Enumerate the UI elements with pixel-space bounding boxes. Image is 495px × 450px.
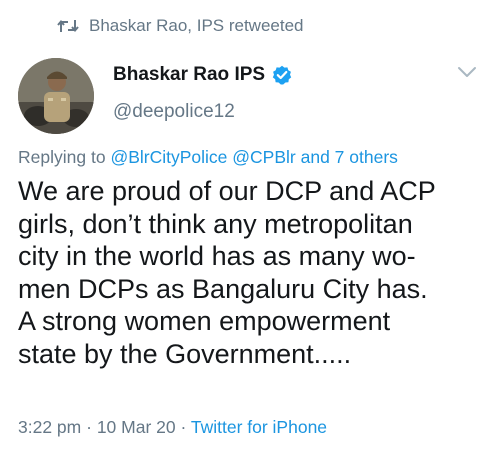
retweet-icon bbox=[57, 18, 79, 34]
verified-badge-icon bbox=[272, 65, 292, 85]
mention-link[interactable]: @CPBlr bbox=[232, 147, 295, 167]
avatar[interactable] bbox=[18, 58, 94, 134]
tweet-text-line: city in the world has as many wo- bbox=[18, 241, 416, 271]
tweet-text-line: A strong women empowerment bbox=[18, 306, 391, 336]
tweet-text-line: girls, don’t think any metropolitan bbox=[18, 208, 413, 239]
retweet-banner-text: Bhaskar Rao, IPS retweeted bbox=[89, 16, 304, 35]
author-handle[interactable]: @deepolice12 bbox=[113, 101, 235, 123]
meta-separator: · bbox=[86, 417, 92, 437]
tweet-text-line: state by the Government..... bbox=[18, 338, 352, 369]
tweet-source-link[interactable]: Twitter for iPhone bbox=[191, 417, 327, 437]
tweet-text-line: men DCPs as Bangaluru City has. bbox=[18, 273, 428, 304]
tweet-time[interactable]: 3:22 pm bbox=[18, 417, 81, 437]
tweet-date[interactable]: 10 Mar 20 bbox=[97, 417, 176, 437]
tweet-text-line: We are proud of our DCP and ACP bbox=[18, 176, 436, 206]
author-display-name[interactable]: Bhaskar Rao IPS bbox=[113, 64, 265, 86]
meta-separator: · bbox=[180, 417, 187, 437]
reply-prefix: Replying to bbox=[18, 147, 106, 167]
reply-others-link[interactable]: and 7 others bbox=[301, 147, 398, 167]
tweet-text: We are proud of our DCP and ACP girls, d… bbox=[18, 175, 488, 370]
tweet-meta: 3:22 pm · 10 Mar 20 · Twitter for iPhone bbox=[18, 417, 327, 438]
retweet-banner: Bhaskar Rao, IPS retweeted bbox=[57, 16, 304, 36]
chevron-down-icon[interactable] bbox=[457, 66, 477, 78]
author-name-row[interactable]: Bhaskar Rao IPS bbox=[113, 64, 292, 86]
reply-context: Replying to @BlrCityPolice @CPBlr and 7 … bbox=[18, 147, 398, 168]
mention-link[interactable]: @BlrCityPolice bbox=[110, 147, 227, 167]
